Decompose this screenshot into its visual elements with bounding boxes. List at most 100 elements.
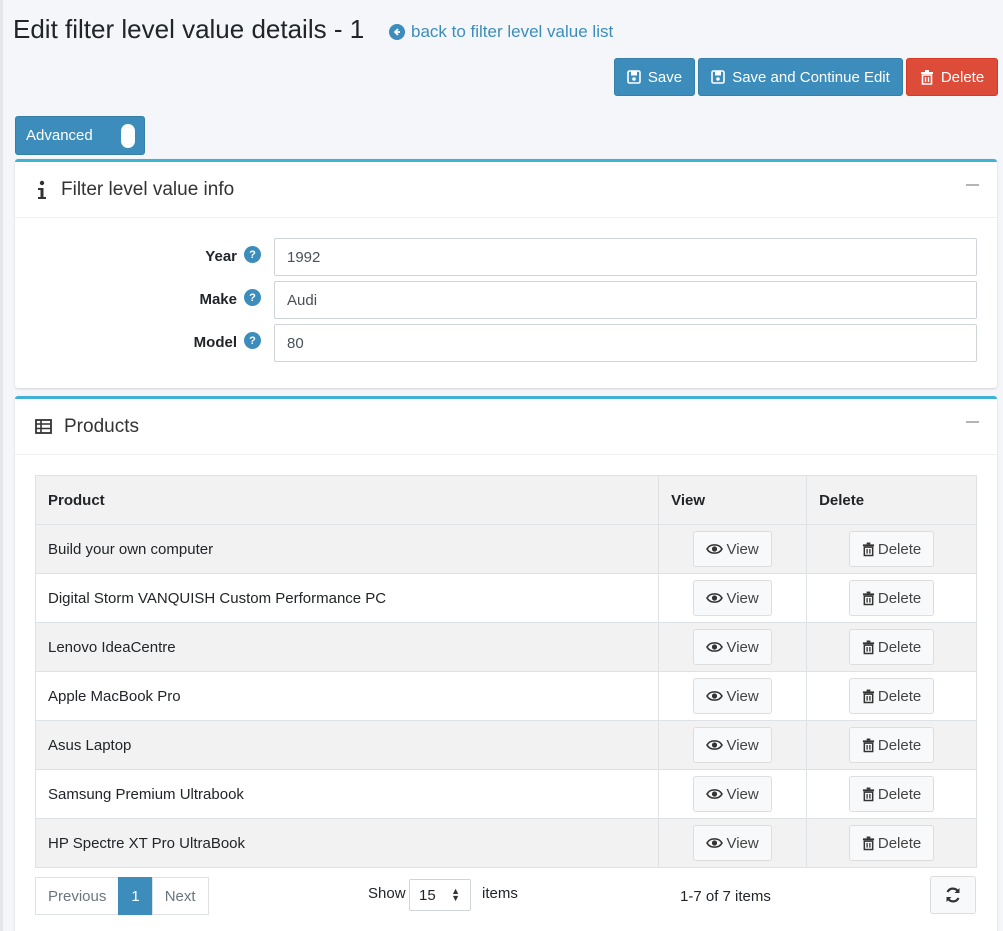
trash-icon xyxy=(862,640,874,654)
view-cell: View xyxy=(658,769,808,819)
view-cell: View xyxy=(658,573,808,623)
refresh-icon xyxy=(946,887,960,903)
refresh-button[interactable] xyxy=(930,876,976,914)
back-to-list-link[interactable]: back to filter level value list xyxy=(389,22,613,42)
delete-cell: Delete xyxy=(806,622,977,672)
view-product-button[interactable]: View xyxy=(693,531,772,567)
view-cell: View xyxy=(658,622,808,672)
eye-icon xyxy=(706,789,724,799)
view-product-button[interactable]: View xyxy=(693,580,772,616)
delete-product-button[interactable]: Delete xyxy=(848,776,935,812)
eye-icon xyxy=(706,691,724,701)
products-card-header[interactable]: Products xyxy=(15,399,997,455)
make-help-icon[interactable]: ? xyxy=(244,289,261,306)
delete-button-label: Delete xyxy=(877,687,922,705)
view-cell: View xyxy=(658,671,808,721)
save-continue-button-label: Save and Continue Edit xyxy=(732,68,890,86)
view-button-label: View xyxy=(726,736,759,754)
view-product-button[interactable]: View xyxy=(693,727,772,763)
column-header-delete: Delete xyxy=(806,475,977,525)
page-1-button[interactable]: 1 xyxy=(118,877,153,915)
view-product-button[interactable]: View xyxy=(693,629,772,665)
next-page-button[interactable]: Next xyxy=(151,877,209,915)
pagination: Previous 1 Next xyxy=(35,877,209,915)
collapse-minus-icon[interactable] xyxy=(966,184,979,186)
save-button[interactable]: Save xyxy=(614,58,695,96)
toggle-knob xyxy=(121,124,135,148)
collapse-minus-icon[interactable] xyxy=(966,421,979,423)
delete-cell: Delete xyxy=(806,769,977,819)
trash-icon xyxy=(862,689,874,703)
eye-icon xyxy=(706,593,724,603)
model-label: Model xyxy=(193,334,237,351)
year-input[interactable] xyxy=(274,238,977,276)
trash-icon xyxy=(862,591,874,605)
delete-product-button[interactable]: Delete xyxy=(848,678,935,714)
product-name-cell: Apple MacBook Pro xyxy=(34,671,660,721)
model-help-icon[interactable]: ? xyxy=(244,332,261,349)
info-icon xyxy=(38,180,46,199)
products-table: Product View Delete Build your own compu… xyxy=(34,475,977,868)
delete-button-label: Delete xyxy=(877,540,922,558)
table-row: Lenovo IdeaCentre View Delete xyxy=(34,622,977,672)
eye-icon xyxy=(706,838,724,848)
column-header-product[interactable]: Product xyxy=(34,475,660,525)
delete-product-button[interactable]: Delete xyxy=(848,531,935,567)
delete-button-label: Delete xyxy=(940,68,985,86)
trash-icon xyxy=(862,787,874,801)
product-name-cell: Lenovo IdeaCentre xyxy=(34,622,660,672)
products-card-title: Products xyxy=(64,415,139,437)
product-name-cell: Asus Laptop xyxy=(34,720,660,770)
view-product-button[interactable]: View xyxy=(693,678,772,714)
table-row: Asus Laptop View Delete xyxy=(34,720,977,770)
view-button-label: View xyxy=(726,540,759,558)
page-size-select[interactable]: 15 ▲ ▼ xyxy=(409,879,471,911)
table-row: Samsung Premium Ultrabook View Delete xyxy=(34,769,977,819)
product-name-cell: Build your own computer xyxy=(34,524,660,574)
delete-product-button[interactable]: Delete xyxy=(848,580,935,616)
products-table-wrap: Product View Delete Build your own compu… xyxy=(34,475,977,868)
filter-info-card-title: Filter level value info xyxy=(61,178,235,200)
delete-cell: Delete xyxy=(806,524,977,574)
delete-button-label: Delete xyxy=(877,736,922,754)
floppy-disk-icon xyxy=(711,70,725,84)
filter-info-card: Filter level value info Year ? Make ? Mo… xyxy=(15,159,997,388)
items-label: items xyxy=(482,885,518,902)
left-edge xyxy=(0,0,3,931)
delete-product-button[interactable]: Delete xyxy=(848,727,935,763)
view-button-label: View xyxy=(726,589,759,607)
trash-icon xyxy=(862,738,874,752)
eye-icon xyxy=(706,544,724,554)
model-input[interactable] xyxy=(274,324,977,362)
save-continue-button[interactable]: Save and Continue Edit xyxy=(698,58,903,96)
delete-product-button[interactable]: Delete xyxy=(848,629,935,665)
product-name-cell: HP Spectre XT Pro UltraBook xyxy=(34,818,660,868)
year-help-icon[interactable]: ? xyxy=(244,246,261,263)
product-name-cell: Samsung Premium Ultrabook xyxy=(34,769,660,819)
trash-icon xyxy=(920,69,933,85)
page-size-value: 15 xyxy=(419,886,436,904)
delete-product-button[interactable]: Delete xyxy=(848,825,935,861)
view-cell: View xyxy=(658,720,808,770)
previous-page-button[interactable]: Previous xyxy=(35,877,120,915)
make-input[interactable] xyxy=(274,281,977,319)
table-row: Apple MacBook Pro View Delete xyxy=(34,671,977,721)
year-row: Year ? xyxy=(15,238,997,276)
view-button-label: View xyxy=(726,785,759,803)
view-product-button[interactable]: View xyxy=(693,776,772,812)
back-link-label: back to filter level value list xyxy=(411,22,614,41)
filter-info-card-header[interactable]: Filter level value info xyxy=(15,162,997,218)
model-row: Model ? xyxy=(15,324,997,362)
view-product-button[interactable]: View xyxy=(693,825,772,861)
view-cell: View xyxy=(658,818,808,868)
delete-button[interactable]: Delete xyxy=(906,58,998,96)
delete-button-label: Delete xyxy=(877,834,922,852)
view-button-label: View xyxy=(726,834,759,852)
trash-icon xyxy=(862,836,874,850)
advanced-toggle[interactable]: Advanced xyxy=(15,116,145,155)
year-label: Year xyxy=(205,248,237,265)
trash-icon xyxy=(862,542,874,556)
page-title: Edit filter level value details - 1 xyxy=(13,14,365,44)
delete-button-label: Delete xyxy=(877,638,922,656)
arrow-circle-left-icon xyxy=(389,24,405,40)
